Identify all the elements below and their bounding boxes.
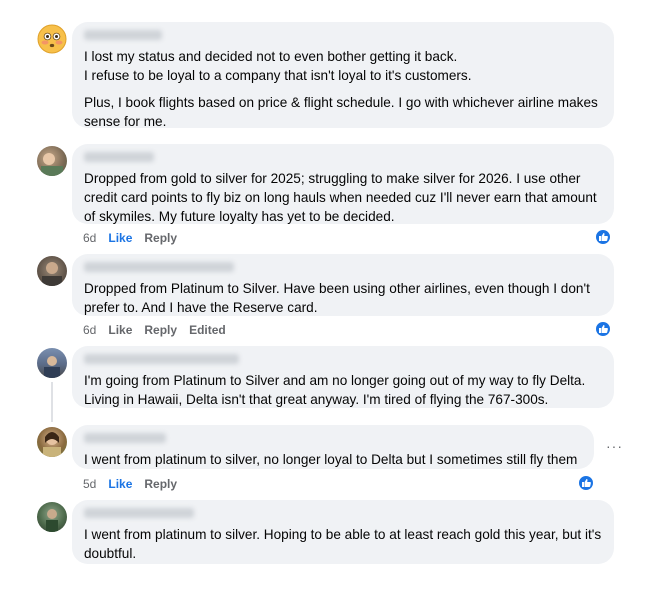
comment-bubble: Dropped from gold to silver for 2025; st… <box>72 144 614 224</box>
author-name-blurred[interactable] <box>84 152 154 162</box>
avatar[interactable] <box>37 502 67 532</box>
thread-line <box>51 382 53 422</box>
reply-button[interactable]: Reply <box>144 231 177 245</box>
comment-text: Dropped from Platinum to Silver. Have be… <box>84 281 590 315</box>
comment-timestamp[interactable]: 5d <box>83 477 96 491</box>
author-name-blurred[interactable] <box>84 30 162 40</box>
edited-label[interactable]: Edited <box>189 323 226 337</box>
reply-button[interactable]: Reply <box>144 323 177 337</box>
comment-text: I lost my status and decided not to even… <box>84 47 602 131</box>
thumbs-up-icon[interactable] <box>594 320 612 338</box>
comment-text: I went from platinum to silver, no longe… <box>84 452 578 467</box>
comment-actions: 5d Like Reply <box>83 477 177 491</box>
avatar[interactable] <box>37 348 67 378</box>
thumbs-up-icon[interactable] <box>594 228 612 246</box>
comment-timestamp[interactable]: 6d <box>83 323 96 337</box>
comment-actions: 6d Like Reply Edited <box>83 323 226 337</box>
more-options-button[interactable]: ··· <box>606 438 623 454</box>
like-button[interactable]: Like <box>108 231 132 245</box>
author-name-blurred[interactable] <box>84 433 166 443</box>
avatar[interactable] <box>37 427 67 457</box>
like-button[interactable]: Like <box>108 323 132 337</box>
author-name-blurred[interactable] <box>84 354 239 364</box>
author-name-blurred[interactable] <box>84 508 194 518</box>
flushed-face-icon[interactable] <box>37 24 67 54</box>
comment-actions: 6d Like Reply <box>83 231 177 245</box>
author-name-blurred[interactable] <box>84 262 234 272</box>
comment-bubble: I'm going from Platinum to Silver and am… <box>72 346 614 408</box>
thumbs-up-icon[interactable] <box>577 474 595 492</box>
comment-bubble: I went from platinum to silver, no longe… <box>72 425 594 469</box>
avatar[interactable] <box>37 146 67 176</box>
comment-bubble: I lost my status and decided not to even… <box>72 22 614 131</box>
comment-paragraph: Plus, I book flights based on price & fl… <box>84 95 598 129</box>
like-button[interactable]: Like <box>108 477 132 491</box>
comment-text: I'm going from Platinum to Silver and am… <box>84 373 586 407</box>
comment-bubble: Dropped from Platinum to Silver. Have be… <box>72 254 614 316</box>
comment-paragraph: I lost my status and decided not to even… <box>84 49 472 83</box>
reply-button[interactable]: Reply <box>144 477 177 491</box>
avatar[interactable] <box>37 256 67 286</box>
comment-bubble: I went from platinum to silver. Hoping t… <box>72 500 614 564</box>
comment-timestamp[interactable]: 6d <box>83 231 96 245</box>
comment-text: Dropped from gold to silver for 2025; st… <box>84 171 597 224</box>
comment-text: I went from platinum to silver. Hoping t… <box>84 527 602 561</box>
